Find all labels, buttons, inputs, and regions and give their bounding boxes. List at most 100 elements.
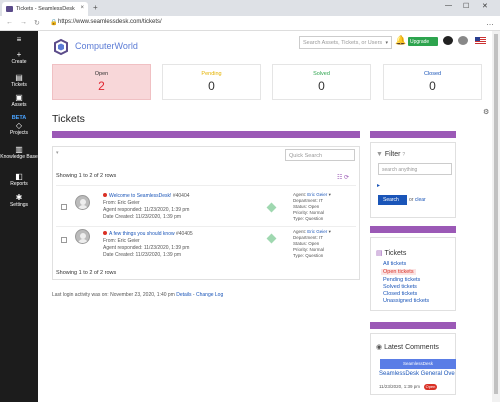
sidebar: ≡ + Create ▤ Tickets ▣ Assets BETA ◇ Pro… <box>0 31 38 402</box>
bell-icon[interactable]: 🔔 <box>395 35 406 46</box>
new-tab-button[interactable]: + <box>93 3 98 12</box>
expand-filter-icon[interactable]: ▸ <box>377 182 380 189</box>
agent-name[interactable]: Eric Geier <box>307 192 327 197</box>
book-icon: ▥ <box>15 145 23 154</box>
row-checkbox[interactable] <box>61 237 67 243</box>
comment-title-link[interactable]: SeamlessDesk General Ove <box>379 371 455 377</box>
maximize-button[interactable]: ☐ <box>463 2 469 10</box>
badge-text: SeamlessDesk <box>402 361 433 366</box>
ticket-status-icon <box>266 233 277 244</box>
reload-button[interactable]: ↻ <box>34 19 40 27</box>
upgrade-button[interactable]: Upgrade <box>408 37 438 46</box>
ticket-title[interactable]: Welcome to SeamlessDesk! #40404 <box>103 193 190 199</box>
tickets-icon: ▤ <box>15 73 23 82</box>
link-open-tickets[interactable]: Open tickets <box>381 269 416 275</box>
plus-icon: + <box>16 50 22 59</box>
filter-title: Filter <box>384 151 401 158</box>
stat-label: Closed <box>423 71 442 77</box>
ticket-type: Type: Question <box>293 253 324 258</box>
sidebar-item-tickets[interactable]: ▤ Tickets <box>0 73 38 88</box>
sidebar-item-reports[interactable]: ◧ Reports <box>0 172 38 187</box>
table-row[interactable]: Welcome to SeamlessDesk! #40404 From: Er… <box>56 185 356 223</box>
brand-name[interactable]: ComputerWorld <box>75 41 138 51</box>
ticket-status: Status: Open <box>293 241 320 246</box>
ticket-from: From: Eric Geier <box>103 238 140 244</box>
us-flag-icon[interactable] <box>475 37 486 45</box>
or-text: or <box>409 197 414 203</box>
chevron-down-icon: ▾ <box>385 40 388 46</box>
upgrade-label: Upgrade <box>410 39 430 45</box>
change-log-link[interactable]: Change Log <box>196 292 223 298</box>
address-bar: ← → ↻ 🔒 https://www.seamlessdesk.com/tic… <box>0 16 500 31</box>
row-checkbox[interactable] <box>61 204 67 210</box>
search-placeholder: Search Assets, Tickets, or Users <box>303 40 383 46</box>
ticket-title[interactable]: A few things you should know #40405 <box>103 231 193 237</box>
browser-tab[interactable]: Tickets - SeamlessDesk × <box>2 2 88 16</box>
section-divider <box>370 322 456 329</box>
sidebar-item-settings[interactable]: ✱ Settings <box>0 193 38 208</box>
tab-close-icon[interactable]: × <box>80 5 84 11</box>
avatar <box>75 195 90 210</box>
sidebar-item-create[interactable]: + Create <box>0 50 38 65</box>
sidebar-item-knowledge-base[interactable]: ▥ Knowledge Base <box>0 145 38 160</box>
filter-heading: ▼ Filter ? <box>376 151 405 158</box>
global-search-input[interactable]: Search Assets, Tickets, or Users ▾ <box>299 36 392 49</box>
sidebar-item-label: Projects <box>9 130 29 136</box>
section-divider <box>370 131 456 138</box>
ticket-subject[interactable]: Welcome to SeamlessDesk! <box>109 193 171 199</box>
section-divider <box>370 226 456 233</box>
brand-logo-icon[interactable] <box>52 38 70 56</box>
user-avatar[interactable] <box>458 36 468 45</box>
link-pending-tickets[interactable]: Pending tickets <box>383 277 420 283</box>
chevron-down-icon[interactable]: ▾ <box>329 192 331 197</box>
quick-search-input[interactable]: Quick Search <box>285 149 355 161</box>
comment-brand-badge: SeamlessDesk <box>380 359 456 369</box>
sidebar-item-assets[interactable]: ▣ Assets <box>0 93 38 108</box>
link-closed-tickets[interactable]: Closed tickets <box>383 291 417 297</box>
link-solved-tickets[interactable]: Solved tickets <box>383 284 417 290</box>
clear-link[interactable]: clear <box>415 197 426 203</box>
forward-button[interactable]: → <box>20 19 27 26</box>
table-row[interactable]: A few things you should know #40405 From… <box>56 226 356 262</box>
ticket-number: #40404 <box>172 193 190 199</box>
list-view-icon[interactable]: ☷ ⟳ <box>337 174 349 181</box>
favicon-icon <box>6 6 13 12</box>
scrollbar-thumb[interactable] <box>494 34 498 394</box>
close-window-button[interactable]: ✕ <box>482 2 488 10</box>
sidebar-item-projects[interactable]: BETA ◇ Projects <box>0 115 38 136</box>
section-divider <box>52 131 360 138</box>
latest-comments-heading: ◉ Latest Comments <box>376 343 439 351</box>
hamburger-menu-icon[interactable]: ≡ <box>0 35 38 44</box>
settings-icon[interactable]: ⚙ <box>483 108 489 116</box>
filter-search-input[interactable]: search anything <box>378 163 452 175</box>
ticket-number: #40405 <box>176 231 193 237</box>
incognito-icon[interactable] <box>443 36 453 45</box>
ticket-created: Date Created: 11/23/2020, 1:39 pm <box>103 214 182 220</box>
status-badge: Open <box>424 384 437 390</box>
stat-card-closed[interactable]: Closed 0 <box>383 64 482 100</box>
login-activity-note: Last login activity was on: November 23,… <box>52 292 223 298</box>
url-field[interactable]: https://www.seamlessdesk.com/tickets/ <box>58 19 162 25</box>
stat-label: Solved <box>313 71 330 77</box>
lock-icon: 🔒 <box>50 20 58 26</box>
search-button[interactable]: Search <box>378 195 407 205</box>
stat-card-open[interactable]: Open 2 <box>52 64 151 100</box>
link-all-tickets[interactable]: All tickets <box>383 261 406 267</box>
stat-card-pending[interactable]: Pending 0 <box>162 64 261 100</box>
browser-menu-icon[interactable]: … <box>486 18 494 27</box>
agent-name[interactable]: Eric Geier <box>307 229 327 234</box>
sidebar-item-label: Reports <box>10 181 28 187</box>
chevron-down-icon[interactable]: ▾ <box>329 229 331 234</box>
stat-card-solved[interactable]: Solved 0 <box>272 64 371 100</box>
back-button[interactable]: ← <box>6 19 13 26</box>
agent-label: Agent: <box>293 229 307 234</box>
minimize-button[interactable]: — <box>445 2 452 9</box>
details-link[interactable]: Details <box>176 292 191 298</box>
help-icon[interactable]: ? <box>402 152 405 158</box>
or-clear: or clear <box>409 197 426 203</box>
chevron-down-icon[interactable]: ▾ <box>56 150 59 156</box>
projects-icon: ◇ <box>15 121 23 130</box>
link-unassigned-tickets[interactable]: Unassigned tickets <box>383 298 429 304</box>
ticket-department: Department: IT <box>293 198 324 203</box>
ticket-subject[interactable]: A few things you should know <box>109 231 175 237</box>
